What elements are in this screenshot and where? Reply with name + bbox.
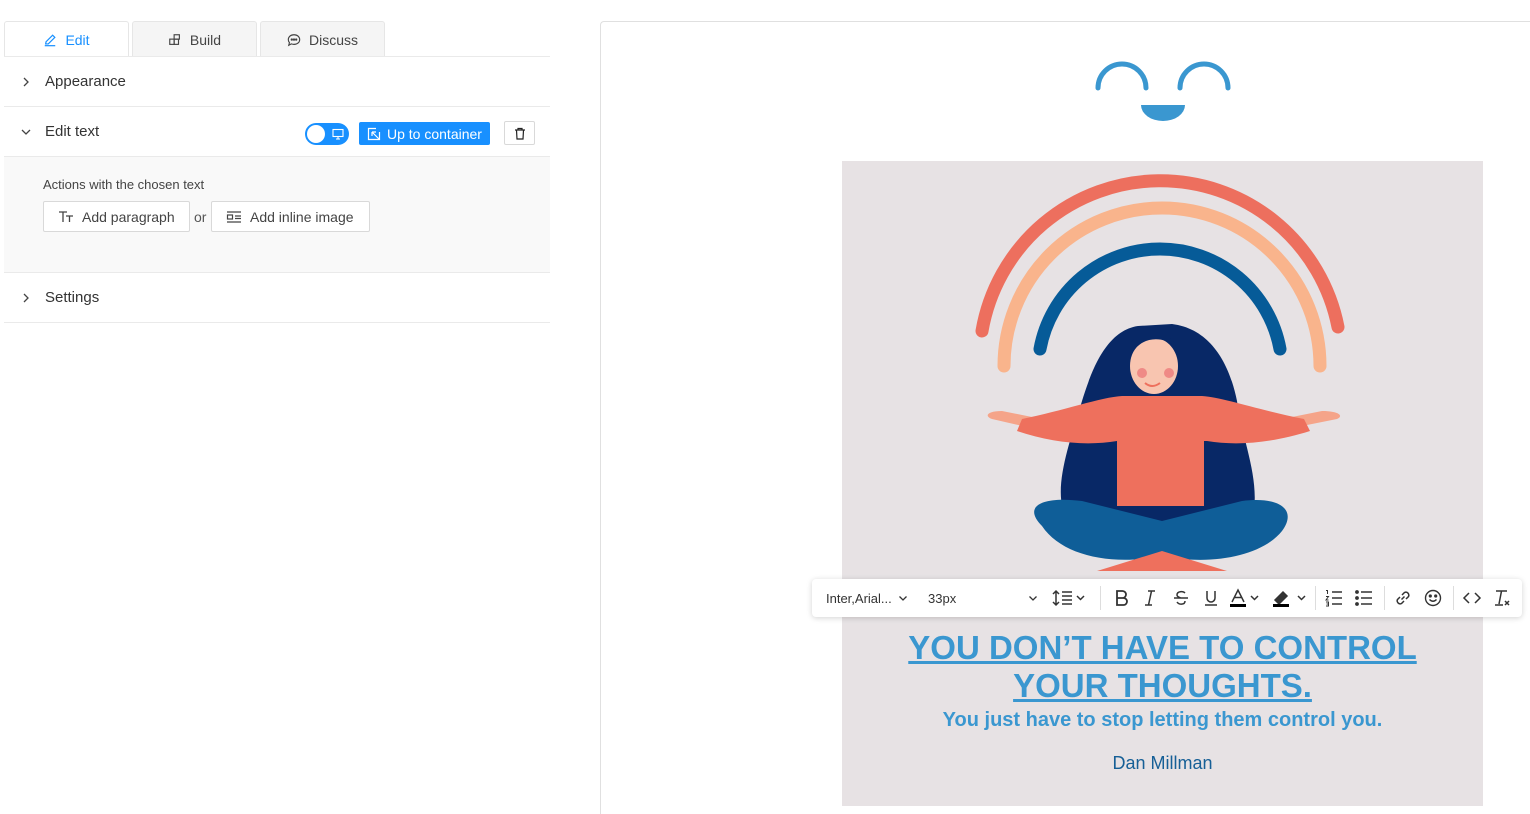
desktop-icon [332, 128, 344, 140]
bold-icon[interactable] [1111, 588, 1131, 608]
quote-block[interactable]: YOU DON’T HAVE TO CONTROL YOUR THOUGHTS.… [842, 161, 1483, 806]
add-paragraph-label: Add paragraph [82, 208, 175, 225]
text-color-icon[interactable] [1228, 588, 1262, 608]
text-format-icon [59, 210, 73, 222]
up-to-container-label: Up to container [387, 125, 482, 142]
section-edit-text[interactable]: Edit text Up to container [4, 107, 550, 157]
bullet-list-icon[interactable] [1354, 588, 1374, 608]
toggle-knob [307, 125, 325, 143]
inline-image-icon [226, 210, 241, 223]
highlight-icon[interactable] [1271, 588, 1309, 608]
chevron-down-icon [21, 129, 31, 135]
add-inline-image-button[interactable]: Add inline image [211, 201, 370, 232]
toolbar-separator [1453, 586, 1454, 610]
section-settings[interactable]: Settings [4, 273, 550, 323]
chevron-down-icon [1029, 596, 1037, 601]
chevron-right-icon [23, 293, 29, 302]
tab-edit-label: Edit [65, 31, 90, 48]
italic-icon[interactable] [1140, 588, 1160, 608]
or-text: or [194, 209, 207, 225]
code-icon[interactable] [1462, 588, 1482, 608]
add-inline-image-label: Add inline image [250, 208, 354, 225]
font-size-value: 33px [928, 590, 957, 606]
quote-title-line-1: YOU DON’T HAVE TO CONTROL [908, 629, 1417, 666]
tab-edit[interactable]: Edit [4, 21, 129, 57]
link-icon[interactable] [1393, 588, 1413, 608]
trash-icon [514, 127, 525, 140]
meditating-woman-illustration [975, 174, 1345, 571]
toolbar-separator [1100, 586, 1101, 610]
tab-discuss[interactable]: Discuss [260, 21, 385, 57]
emoji-icon[interactable] [1423, 588, 1443, 608]
chevron-right-icon [23, 77, 29, 86]
tab-discuss-label: Discuss [308, 31, 358, 48]
up-to-container-button[interactable]: Up to container [359, 122, 490, 145]
font-family-select[interactable]: Inter,Arial... [826, 579, 908, 617]
select-arrow-icon [367, 127, 381, 140]
quote-title-line-2: YOUR THOUGHTS. [1013, 667, 1312, 704]
editor-canvas: YOU DON’T HAVE TO CONTROL YOUR THOUGHTS.… [600, 21, 1530, 814]
chevron-down-icon [898, 596, 907, 601]
toolbar-separator [1315, 586, 1316, 610]
underline-icon[interactable] [1201, 588, 1221, 608]
ordered-list-icon[interactable] [1324, 588, 1344, 608]
section-appearance[interactable]: Appearance [4, 57, 550, 107]
left-panel: Edit Build Discuss Appearance Edit text [0, 0, 550, 814]
smiley-logo [1095, 61, 1231, 121]
text-format-toolbar: Inter,Arial... 33px [812, 579, 1522, 617]
section-settings-label: Settings [45, 289, 100, 306]
edit-text-panel: Actions with the chosen text Add paragra… [4, 157, 550, 273]
delete-button[interactable] [504, 121, 535, 145]
device-toggle[interactable] [305, 123, 349, 145]
clear-format-icon[interactable] [1492, 588, 1512, 608]
quote-author[interactable]: Dan Millman [842, 753, 1483, 774]
tab-bar: Edit Build Discuss [4, 21, 385, 57]
pencil-icon [45, 33, 57, 46]
section-appearance-label: Appearance [45, 73, 126, 90]
quote-title[interactable]: YOU DON’T HAVE TO CONTROL YOUR THOUGHTS. [842, 629, 1483, 705]
font-family-value: Inter,Arial... [826, 590, 892, 606]
line-height-icon[interactable] [1052, 588, 1088, 608]
strikethrough-icon[interactable] [1171, 588, 1191, 608]
quote-subtitle[interactable]: You just have to stop letting them contr… [842, 709, 1483, 732]
actions-label: Actions with the chosen text [43, 177, 205, 192]
add-paragraph-button[interactable]: Add paragraph [43, 201, 190, 232]
chat-icon [287, 33, 301, 46]
toolbar-separator [1384, 586, 1385, 610]
blocks-icon [169, 33, 180, 45]
tab-build[interactable]: Build [132, 21, 257, 57]
section-edit-text-label: Edit text [45, 123, 100, 140]
tab-build-label: Build [189, 31, 222, 48]
font-size-select[interactable]: 33px [928, 579, 1038, 617]
